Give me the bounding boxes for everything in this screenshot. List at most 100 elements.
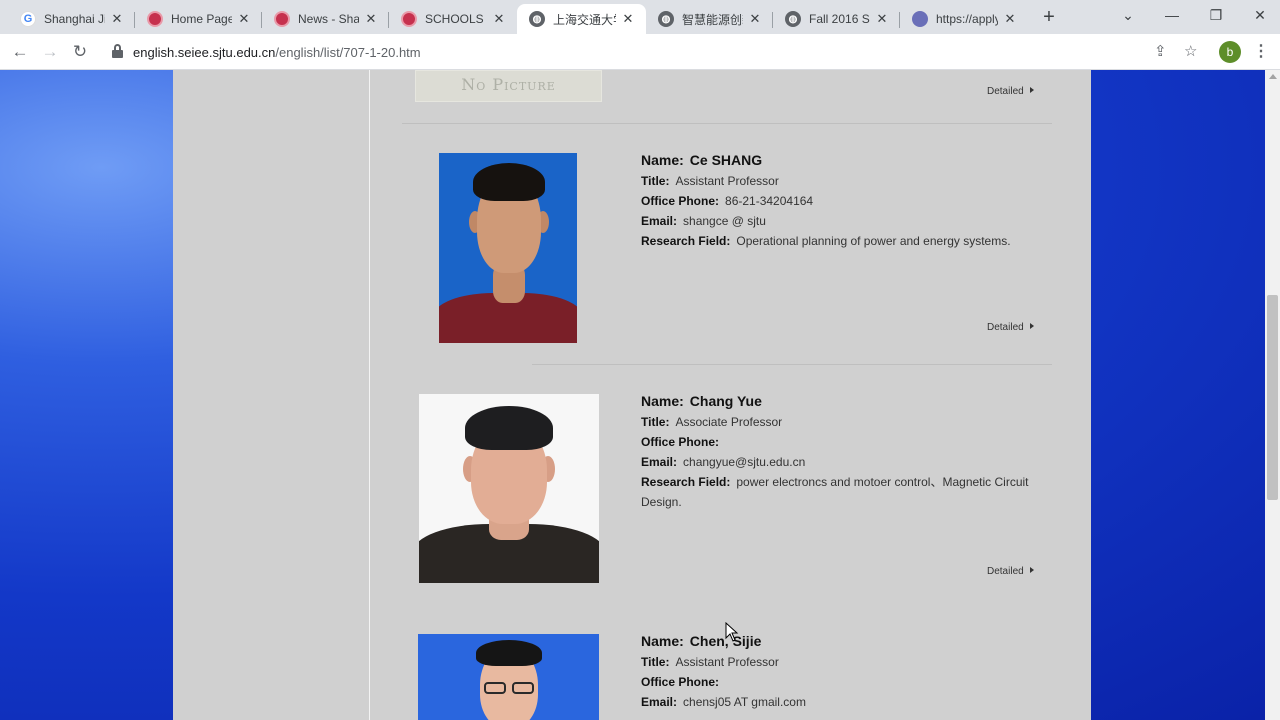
reload-button[interactable]: ↻ [67, 39, 93, 65]
detailed-label: Detailed [987, 86, 1024, 97]
globe-icon: ◍ [658, 11, 674, 27]
person-title: Assistant Professor [675, 655, 779, 669]
profile-photo-chang-yue[interactable] [419, 394, 599, 583]
sjtu-seal-icon [147, 11, 163, 27]
detailed-link[interactable]: Detailed [987, 566, 1034, 577]
tab-sjtu-active[interactable]: ◍ 上海交通大学 ✕ [517, 4, 646, 34]
field-label: Research Field: [641, 234, 731, 248]
browser-toolbar: ← → ↻ english.seiee.sjtu.edu.cn/english/… [0, 34, 1280, 70]
tab-news[interactable]: News - Shanc ✕ [262, 4, 389, 34]
share-icon[interactable]: ⇪ [1154, 42, 1167, 60]
arrow-right-icon [1029, 87, 1034, 93]
close-icon[interactable]: ✕ [109, 11, 125, 27]
entry-divider [402, 123, 1052, 124]
tab-schools[interactable]: SCHOOLS - S ✕ [389, 4, 517, 34]
tab-strip: G Shanghai Jiao ✕ Home Page - ✕ News - S… [0, 0, 1280, 34]
person-info-ce-shang: Name: Ce SHANG Title: Assistant Professor … [641, 150, 1061, 251]
email-label: Email: [641, 695, 678, 709]
globe-icon: ◍ [785, 11, 801, 27]
mouse-cursor-icon [725, 622, 739, 642]
phone-label: Office Phone: [641, 435, 720, 449]
sjtu-seal-icon [401, 11, 417, 27]
minimize-button[interactable]: — [1150, 0, 1194, 30]
new-tab-button[interactable]: + [1038, 6, 1060, 28]
page-container: No Picture Detailed Name: Ce SHANG Title:… [173, 70, 1091, 720]
person-name: Chang Yue [689, 393, 762, 409]
kebab-menu-icon[interactable]: ⋮ [1253, 41, 1269, 61]
globe-icon: ◍ [529, 11, 545, 27]
person-title: Assistant Professor [675, 174, 779, 188]
name-label: Name: [641, 633, 684, 649]
title-label: Title: [641, 655, 670, 669]
profile-photo-ce-shang[interactable] [439, 153, 577, 343]
forward-button[interactable]: → [37, 39, 63, 65]
tab-label: https://apply [936, 12, 998, 26]
detailed-link[interactable]: Detailed [987, 86, 1034, 97]
page-viewport: No Picture Detailed Name: Ce SHANG Title:… [0, 70, 1265, 720]
arrow-right-icon [1029, 323, 1034, 329]
url-host: english.seiee.sjtu.edu.cn [133, 45, 276, 60]
person-email: changyue@sjtu.edu.cn [683, 455, 806, 469]
detailed-link[interactable]: Detailed [987, 322, 1034, 333]
vertical-scrollbar[interactable] [1265, 70, 1280, 720]
star-icon[interactable]: ☆ [1184, 42, 1197, 60]
close-icon[interactable]: ✕ [747, 11, 763, 27]
apply-icon [912, 11, 928, 27]
url-path: /english/list/707-1-20.htm [275, 45, 421, 60]
close-icon[interactable]: ✕ [363, 11, 379, 27]
person-phone: 86-21-34204164 [725, 194, 814, 208]
tab-label: News - Shanc [298, 12, 359, 26]
tab-smart-energy[interactable]: ◍ 智慧能源创新 ✕ [646, 4, 773, 34]
google-g-icon: G [20, 11, 36, 27]
close-icon[interactable]: ✕ [620, 11, 636, 27]
phone-label: Office Phone: [641, 194, 720, 208]
person-info-chen-sijie: Name: Chen, Sijie Title: Assistant Profess… [641, 631, 1061, 712]
restore-button[interactable]: ❐ [1194, 0, 1238, 30]
name-label: Name: [641, 393, 684, 409]
person-email: chensj05 AT gmail.com [683, 695, 806, 709]
url-text[interactable]: english.seiee.sjtu.edu.cn/english/list/7… [133, 45, 421, 60]
left-sidebar [173, 70, 370, 720]
field-label: Research Field: [641, 475, 731, 489]
back-button[interactable]: ← [7, 39, 33, 65]
title-label: Title: [641, 174, 670, 188]
tab-label: Home Page - [171, 12, 232, 26]
tab-label: 智慧能源创新 [682, 12, 743, 27]
profile-avatar[interactable]: b [1219, 41, 1241, 63]
person-email: shangce @ sjtu [683, 214, 766, 228]
detailed-label: Detailed [987, 566, 1024, 577]
name-label: Name: [641, 152, 684, 168]
person-name: Ce SHANG [689, 152, 763, 168]
close-icon[interactable]: ✕ [491, 11, 507, 27]
tab-label: Fall 2016 SJT [809, 12, 870, 26]
tab-label: Shanghai Jiao [44, 12, 105, 26]
profile-photo-chen-sijie[interactable] [418, 634, 599, 720]
title-label: Title: [641, 415, 670, 429]
phone-label: Office Phone: [641, 675, 720, 689]
close-icon[interactable]: ✕ [236, 11, 252, 27]
close-icon[interactable]: ✕ [1002, 11, 1018, 27]
detailed-label: Detailed [987, 322, 1024, 333]
window-close-button[interactable]: ✕ [1238, 0, 1280, 30]
person-info-chang-yue: Name: Chang Yue Title: Associate Professor… [641, 391, 1061, 512]
tab-apply[interactable]: https://apply ✕ [900, 4, 1028, 34]
tab-label: 上海交通大学 [553, 12, 616, 27]
tab-search-button[interactable]: ⌄ [1106, 0, 1150, 30]
scroll-up-arrow-icon[interactable] [1269, 74, 1277, 79]
entry-divider [532, 364, 1052, 365]
person-field: Operational planning of power and energy… [736, 234, 1011, 248]
address-bar[interactable]: english.seiee.sjtu.edu.cn/english/list/7… [104, 37, 1214, 67]
tab-label: SCHOOLS - S [425, 12, 487, 26]
email-label: Email: [641, 214, 678, 228]
no-picture-placeholder: No Picture [415, 70, 602, 102]
scrollbar-thumb[interactable] [1267, 295, 1278, 500]
email-label: Email: [641, 455, 678, 469]
lock-icon[interactable] [112, 44, 123, 58]
tab-home-page[interactable]: Home Page - ✕ [135, 4, 262, 34]
arrow-right-icon [1029, 567, 1034, 573]
sjtu-seal-icon [274, 11, 290, 27]
tab-fall-2016[interactable]: ◍ Fall 2016 SJT ✕ [773, 4, 900, 34]
person-title: Associate Professor [675, 415, 783, 429]
close-icon[interactable]: ✕ [874, 11, 890, 27]
tab-shanghai-jiao[interactable]: G Shanghai Jiao ✕ [8, 4, 135, 34]
